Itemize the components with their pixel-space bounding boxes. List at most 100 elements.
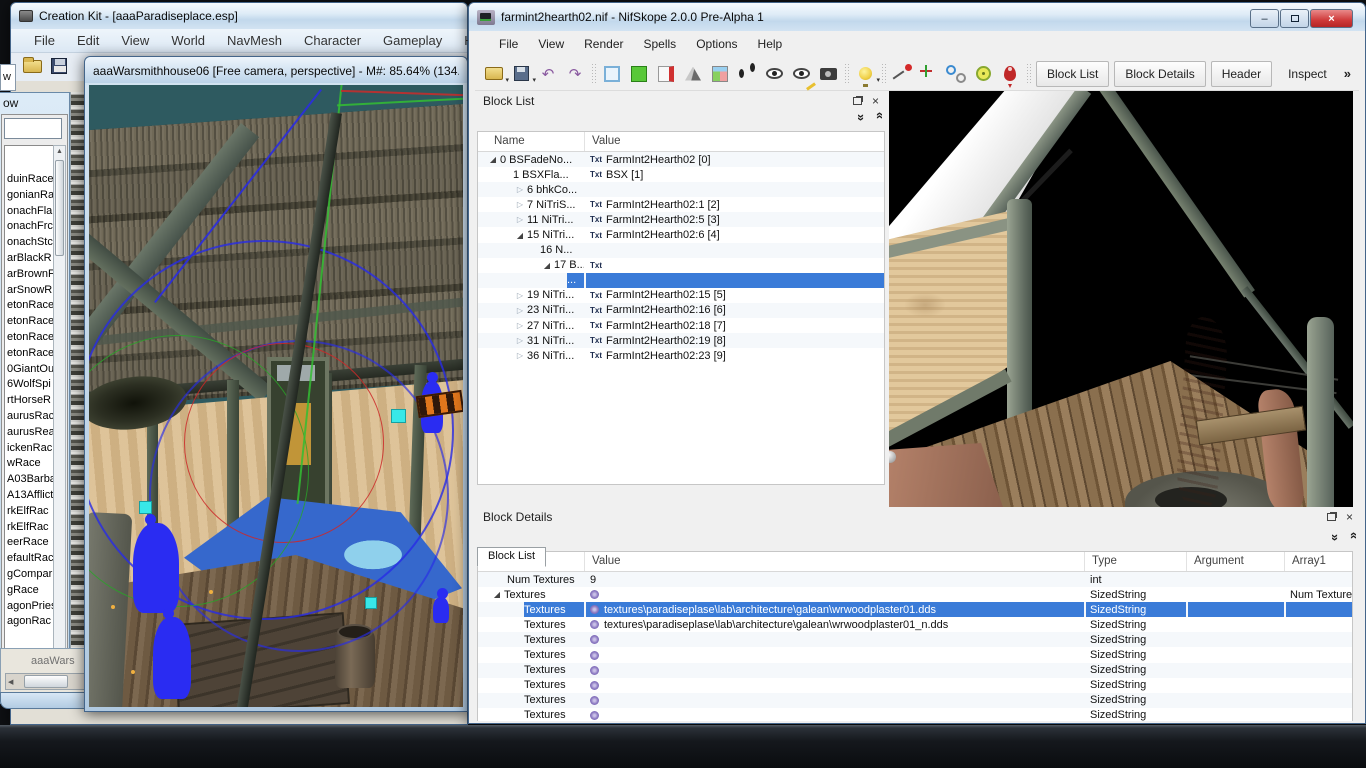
cyan-marker-cube[interactable] [391,409,406,423]
menu-item[interactable]: View [110,33,160,48]
view-side-icon[interactable] [655,63,677,85]
tree-expander-icon[interactable] [513,306,527,315]
block-tree-row[interactable]: 16 N... Txt [478,243,884,258]
race-list-item[interactable]: etonRace [7,330,53,346]
block-tree-row[interactable]: 0 BSFadeNo... Txt FarmInt2Hearth02 [0] [478,152,884,167]
toolbar-overflow-icon[interactable]: » [1344,66,1351,81]
block-tree-row[interactable]: 15 NiTri... Txt FarmInt2Hearth02:6 [4] [478,227,884,242]
vertex-color-icon[interactable] [972,63,994,85]
maximize-button[interactable] [1280,9,1309,28]
menu-item[interactable]: Help [748,37,793,51]
cyan-marker-cube[interactable] [139,501,152,514]
skeleton-bones-icon[interactable] [945,63,967,85]
race-list-item[interactable]: etonRace [7,346,53,362]
float-panel-icon[interactable] [853,97,862,105]
header-toolbar-button[interactable]: Header [1211,61,1272,87]
details-row[interactable]: Textures SizedString [478,647,1352,662]
details-row[interactable]: Textures SizedString [478,663,1352,678]
race-list-item[interactable]: gCompar [7,567,53,583]
tree-expander-icon[interactable] [513,200,527,209]
menu-item[interactable]: File [489,37,528,51]
open-file-icon[interactable]: ▾ [483,63,505,85]
location-pin-icon[interactable] [999,63,1021,85]
race-list-item[interactable]: etonRace [7,298,53,314]
race-list-item[interactable]: agonPries [7,599,53,615]
race-list-item[interactable]: A03Barba [7,472,53,488]
block-tree-row[interactable]: 17 B... Txt [478,258,884,273]
menu-item[interactable]: Character [293,33,372,48]
scroll-up-icon[interactable]: ▲ [54,146,65,158]
cyan-marker-cube[interactable] [365,597,377,609]
viewport-titlebar[interactable]: aaaWarsmithhouse06 [Free camera, perspec… [85,57,467,83]
visibility-eye-icon[interactable] [763,63,785,85]
nifskope-3d-render-view[interactable] [889,91,1353,507]
scroll-left-icon[interactable]: ◀ [8,678,13,686]
block-list-toolbar-button[interactable]: Block List [1036,61,1109,87]
object-filter-input[interactable] [4,118,62,139]
save-icon[interactable]: ▾ [510,63,532,85]
tree-expander-icon[interactable] [513,351,527,360]
menu-item[interactable]: File [23,33,66,48]
vertex-pin-icon[interactable] [891,63,913,85]
block-tree-row[interactable]: ... Txt [478,273,884,288]
collapse-all-icon[interactable]: » [1345,534,1360,539]
race-list-item[interactable]: A13Afflicte [7,488,53,504]
race-list-item[interactable]: gRace [7,583,53,599]
race-list-item[interactable]: arBlackR [7,251,53,267]
menu-item[interactable]: Gameplay [372,33,453,48]
scrollbar-thumb[interactable] [24,675,68,688]
tree-expander-icon[interactable] [513,336,527,345]
expand-all-icon[interactable]: » [1328,534,1343,539]
race-list-item[interactable]: gonianRa [7,188,53,204]
close-panel-icon[interactable]: × [872,96,879,106]
dock-tab[interactable]: Block List [477,547,546,567]
float-panel-icon[interactable] [1327,513,1336,521]
lighting-bulb-icon[interactable]: ▾ [854,63,876,85]
race-list-item[interactable]: arSnowR [7,283,53,299]
race-list-item[interactable]: rkElfRac [7,504,53,520]
race-list-item[interactable]: agonRac [7,614,53,630]
race-list-item[interactable]: duinRace [7,172,53,188]
collapse-all-icon[interactable]: » [871,114,886,119]
close-button[interactable]: × [1310,9,1353,28]
tree-expander-icon[interactable] [513,185,527,194]
tree-expander-icon[interactable] [513,321,527,330]
column-header-value[interactable]: Value [592,135,621,147]
race-list-item[interactable]: wRace [7,456,53,472]
race-list-item[interactable]: aurusRea [7,425,53,441]
view-top-icon[interactable] [601,63,623,85]
tree-expander-icon[interactable] [486,155,500,164]
race-list-item[interactable]: ickenRac [7,441,53,457]
details-row[interactable]: Textures SizedString [478,708,1352,721]
creation-kit-titlebar[interactable]: Creation Kit - [aaaParadiseplace.esp] [11,3,467,29]
menu-item[interactable]: Render [574,37,633,51]
transform-axes-icon[interactable] [918,63,940,85]
fragment-horizontal-scrollbar[interactable]: ◀ [5,673,85,690]
selected-npc-figure[interactable] [153,617,191,699]
screenshot-icon[interactable] [817,63,839,85]
menu-item[interactable]: Options [686,37,747,51]
block-tree-row[interactable]: 27 NiTri... Txt FarmInt2Hearth02:18 [7] [478,318,884,333]
race-list-item[interactable]: 6WolfSpi [7,377,53,393]
menu-item[interactable]: NavMesh [216,33,293,48]
block-tree-row[interactable]: 31 NiTri... Txt FarmInt2Hearth02:19 [8] [478,333,884,348]
block-tree-row[interactable]: 19 NiTri... Txt FarmInt2Hearth02:15 [5] [478,288,884,303]
details-row[interactable]: Num Textures 9 int [478,572,1352,587]
menu-item[interactable]: Spells [634,37,687,51]
race-list-item[interactable]: arBrownF [7,267,53,283]
race-list-item[interactable]: onachFla [7,204,53,220]
block-tree-row[interactable]: 1 BSXFla... Txt BSX [1] [478,167,884,182]
menu-item[interactable]: Edit [66,33,110,48]
perspective-cube-icon[interactable] [709,63,731,85]
details-row[interactable]: Textures SizedString [478,678,1352,693]
nifskope-titlebar[interactable]: farmint2hearth02.nif - NifSkope 2.0.0 Pr… [469,3,1365,31]
menu-item[interactable]: View [528,37,574,51]
tree-expander-icon[interactable] [513,291,527,300]
close-panel-icon[interactable]: × [1346,512,1353,522]
race-list-item[interactable]: aurusRac [7,409,53,425]
race-list-item[interactable]: eerRace [7,535,53,551]
selected-npc-figure[interactable] [133,523,179,613]
tree-expander-icon[interactable] [540,261,554,270]
block-tree-row[interactable]: 36 NiTri... Txt FarmInt2Hearth02:23 [9] [478,348,884,363]
tree-expander-icon[interactable] [513,215,527,224]
